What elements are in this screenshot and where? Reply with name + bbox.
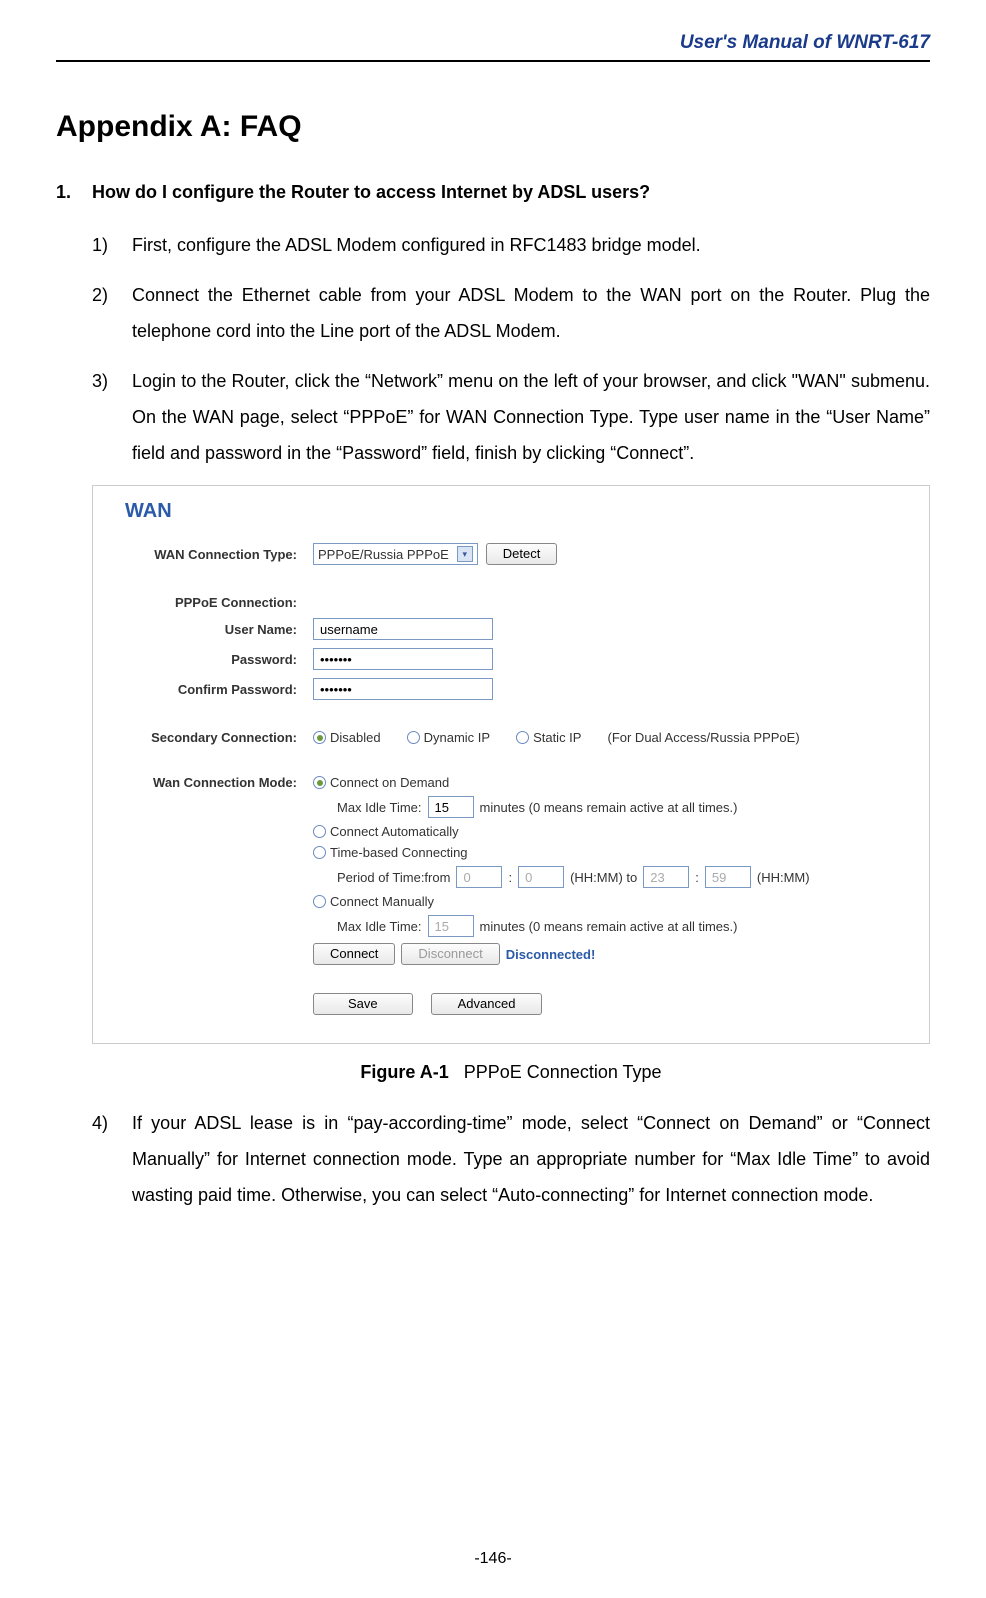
max-idle-unit: minutes (0 means remain active at all ti… xyxy=(480,800,738,815)
period-from-hour[interactable] xyxy=(456,866,502,888)
radio-text: Connect Automatically xyxy=(330,824,459,839)
colon: : xyxy=(695,870,699,885)
username-input[interactable] xyxy=(313,618,493,640)
wan-connection-type-label: WAN Connection Type: xyxy=(123,547,313,562)
time-based-radio[interactable]: Time-based Connecting xyxy=(313,845,468,860)
wan-mode-label: Wan Connection Mode: xyxy=(123,775,313,790)
connect-auto-radio[interactable]: Connect Automatically xyxy=(313,824,459,839)
wan-connection-type-value: PPPoE/Russia PPPoE xyxy=(318,547,449,562)
secondary-note: (For Dual Access/Russia PPPoE) xyxy=(607,730,799,745)
step-text: Login to the Router, click the “Network”… xyxy=(132,363,930,471)
radio-icon xyxy=(313,776,326,789)
appendix-title: Appendix A: FAQ xyxy=(56,110,930,144)
faq-question: 1. How do I configure the Router to acce… xyxy=(56,182,930,203)
connect-on-demand-radio[interactable]: Connect on Demand xyxy=(313,775,449,790)
secondary-static-radio[interactable]: Static IP xyxy=(516,730,581,745)
connect-button[interactable]: Connect xyxy=(313,943,395,965)
connect-auto-row: Connect Automatically xyxy=(313,824,899,839)
page-number: -146- xyxy=(0,1550,986,1568)
detect-button[interactable]: Detect xyxy=(486,543,558,565)
question-text: How do I configure the Router to access … xyxy=(92,182,650,203)
radio-text: Disabled xyxy=(330,730,381,745)
time-based-row: Time-based Connecting xyxy=(313,845,899,860)
hhmm-label: (HH:MM) xyxy=(757,870,810,885)
step-1: 1) First, configure the ADSL Modem confi… xyxy=(92,227,930,263)
radio-icon xyxy=(313,895,326,908)
radio-icon xyxy=(516,731,529,744)
wan-heading: WAN xyxy=(125,500,899,523)
figure-caption: Figure A-1 PPPoE Connection Type xyxy=(92,1062,930,1083)
max-idle-input-2[interactable] xyxy=(428,915,474,937)
step-text: Connect the Ethernet cable from your ADS… xyxy=(132,277,930,349)
step-number: 3) xyxy=(92,363,132,471)
password-row: Password: xyxy=(123,648,899,670)
wan-connection-type-row: WAN Connection Type: PPPoE/Russia PPPoE … xyxy=(123,543,899,565)
radio-text: Time-based Connecting xyxy=(330,845,468,860)
max-idle-label-2: Max Idle Time: xyxy=(337,919,422,934)
colon: : xyxy=(508,870,512,885)
connect-manual-row: Connect Manually xyxy=(313,894,899,909)
radio-icon xyxy=(407,731,420,744)
wan-connection-type-select[interactable]: PPPoE/Russia PPPoE ▾ xyxy=(313,543,478,565)
advanced-button[interactable]: Advanced xyxy=(431,993,543,1015)
max-idle-time-row-2: Max Idle Time: minutes (0 means remain a… xyxy=(313,915,899,937)
hhmm-to-label: (HH:MM) to xyxy=(570,870,637,885)
radio-icon xyxy=(313,846,326,859)
save-button[interactable]: Save xyxy=(313,993,413,1015)
radio-icon xyxy=(313,825,326,838)
save-advanced-row: Save Advanced xyxy=(313,993,899,1015)
username-label: User Name: xyxy=(123,622,313,637)
pppoe-connection-row: PPPoE Connection: xyxy=(123,595,899,610)
figure-caption-text: PPPoE Connection Type xyxy=(464,1062,662,1082)
period-to-hour[interactable] xyxy=(643,866,689,888)
secondary-connection-row: Secondary Connection: Disabled Dynamic I… xyxy=(123,730,899,745)
step-number: 2) xyxy=(92,277,132,349)
max-idle-unit-2: minutes (0 means remain active at all ti… xyxy=(480,919,738,934)
confirm-password-input[interactable] xyxy=(313,678,493,700)
chevron-down-icon: ▾ xyxy=(457,546,473,562)
password-input[interactable] xyxy=(313,648,493,670)
pppoe-connection-label: PPPoE Connection: xyxy=(123,595,313,610)
connect-manual-radio[interactable]: Connect Manually xyxy=(313,894,434,909)
secondary-connection-label: Secondary Connection: xyxy=(123,730,313,745)
period-to-min[interactable] xyxy=(705,866,751,888)
disconnect-button[interactable]: Disconnect xyxy=(401,943,499,965)
step-number: 1) xyxy=(92,227,132,263)
wan-screenshot: WAN WAN Connection Type: PPPoE/Russia PP… xyxy=(92,485,930,1044)
radio-text: Connect on Demand xyxy=(330,775,449,790)
confirm-password-label: Confirm Password: xyxy=(123,682,313,697)
step-text: First, configure the ADSL Modem configur… xyxy=(132,227,930,263)
max-idle-label: Max Idle Time: xyxy=(337,800,422,815)
step-3: 3) Login to the Router, click the “Netwo… xyxy=(92,363,930,471)
radio-text: Connect Manually xyxy=(330,894,434,909)
manual-header: User's Manual of WNRT-617 xyxy=(56,32,930,62)
radio-icon xyxy=(313,731,326,744)
figure-label: Figure A-1 xyxy=(360,1062,448,1082)
step-text: If your ADSL lease is in “pay-according-… xyxy=(132,1105,930,1213)
connect-disconnect-row: Connect Disconnect Disconnected! xyxy=(313,943,899,965)
confirm-password-row: Confirm Password: xyxy=(123,678,899,700)
question-number: 1. xyxy=(56,182,92,203)
secondary-dynamic-radio[interactable]: Dynamic IP xyxy=(407,730,490,745)
secondary-disabled-radio[interactable]: Disabled xyxy=(313,730,381,745)
period-label: Period of Time:from xyxy=(337,870,450,885)
max-idle-input[interactable] xyxy=(428,796,474,818)
password-label: Password: xyxy=(123,652,313,667)
step-4: 4) If your ADSL lease is in “pay-accordi… xyxy=(92,1105,930,1213)
radio-text: Dynamic IP xyxy=(424,730,490,745)
period-from-min[interactable] xyxy=(518,866,564,888)
connection-status: Disconnected! xyxy=(506,947,596,962)
step-2: 2) Connect the Ethernet cable from your … xyxy=(92,277,930,349)
time-period-row: Period of Time:from : (HH:MM) to : (HH:M… xyxy=(313,866,899,888)
radio-text: Static IP xyxy=(533,730,581,745)
max-idle-time-row: Max Idle Time: minutes (0 means remain a… xyxy=(313,796,899,818)
wan-mode-row: Wan Connection Mode: Connect on Demand xyxy=(123,775,899,790)
step-number: 4) xyxy=(92,1105,132,1213)
username-row: User Name: xyxy=(123,618,899,640)
